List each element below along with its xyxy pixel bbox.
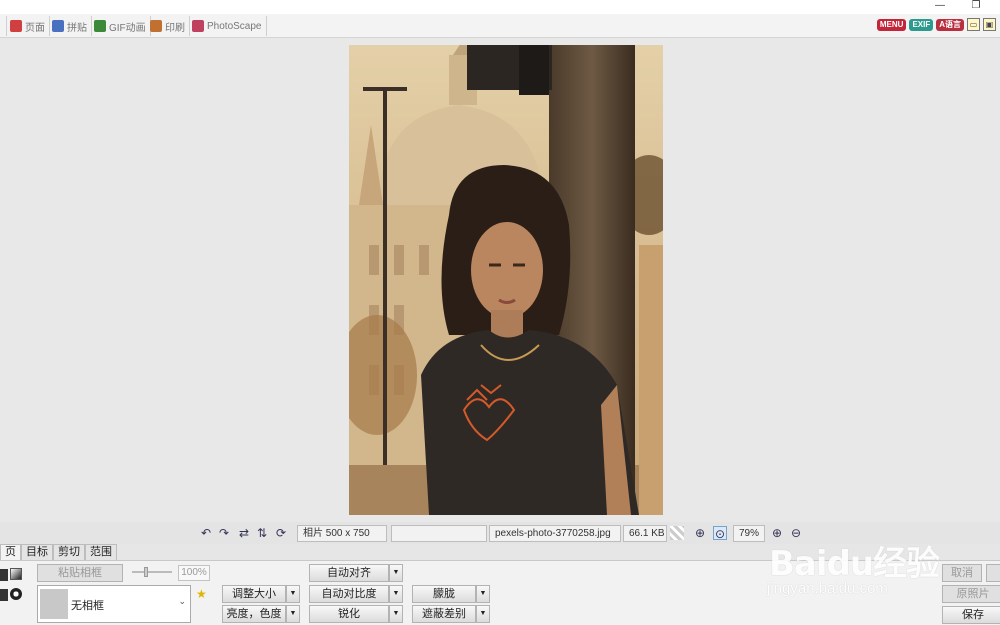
restore-button[interactable]: ❐ [966,0,986,14]
sharpen-dropdown[interactable]: ▼ [389,605,403,623]
vignette-dropdown[interactable]: ▼ [476,605,490,623]
zoom-in-icon[interactable]: ⊕ [770,526,784,540]
tab-print[interactable]: 印刷 [146,16,190,36]
tab-crop[interactable]: 剪切 [53,544,85,560]
edit-panel: 粘贴相框 100% 无相框 ⌄ ★ 调整大小 ▼ 亮度，色度 ▼ 自动对齐 ▼ … [0,560,1000,625]
filename-label: pexels-photo-3770258.jpg [489,525,621,542]
photo-illustration [349,45,663,515]
star-icon[interactable]: ★ [196,587,207,601]
tab-object[interactable]: 目标 [21,544,53,560]
top-right-buttons: MENU EXIF A语言 ▭ ▣ [876,18,996,31]
photo-preview[interactable] [349,45,663,515]
frame-thumbnail [40,589,68,619]
bloom-button[interactable]: 朦胧 [412,585,476,603]
auto-contrast-dropdown[interactable]: ▼ [389,585,403,603]
photoscape-icon [192,20,204,32]
tab-home[interactable]: 页 [0,544,21,560]
frame-select[interactable]: 无相框 ⌄ [37,585,191,623]
folder-icon[interactable]: ▭ [967,18,980,31]
zoom-level[interactable]: 79% [733,525,765,542]
cancel-button[interactable]: 取消 [942,564,982,582]
gif-icon [94,20,106,32]
tab-photoscape-label: PhotoScape [207,20,262,32]
flip-horizontal-icon[interactable]: ⇄ [237,526,251,540]
color-swatch-icon-2[interactable] [0,589,8,601]
sharpen-button[interactable]: 锐化 [309,605,389,623]
window-icon[interactable]: ▣ [983,18,996,31]
rotate-free-icon[interactable]: ⟳ [274,526,288,540]
minimize-button[interactable]: — [930,0,950,14]
tab-page-label: 页面 [25,22,45,34]
menu-button[interactable]: MENU [876,18,907,31]
transparency-icon[interactable] [670,526,684,540]
opacity-slider-knob[interactable] [144,567,148,577]
redo-button[interactable] [986,564,1000,582]
tab-print-label: 印刷 [165,22,185,34]
editor-canvas[interactable] [0,38,1000,522]
circle-mask-icon[interactable] [10,588,22,600]
rotate-left-icon[interactable]: ↶ [199,526,213,540]
chevron-down-icon: ⌄ [178,596,186,606]
status-bar: ↶ ↷ ⇄ ⇅ ⟳ 相片 500 x 750 pexels-photo-3770… [0,522,1000,544]
language-button[interactable]: A语言 [936,18,964,31]
flip-vertical-icon[interactable]: ⇅ [255,526,269,540]
print-icon [150,20,162,32]
frame-select-value: 无相框 [71,600,104,612]
zoom-actual-icon[interactable]: ⊙ [713,526,727,541]
gradient-icon[interactable] [10,568,22,580]
bloom-dropdown[interactable]: ▼ [476,585,490,603]
info-field [391,525,487,542]
auto-level-button[interactable]: 自动对齐 [309,564,389,582]
photo-size-label: 相片 500 x 750 [297,525,387,542]
page-icon [10,20,22,32]
brightness-button[interactable]: 亮度，色度 [222,605,286,623]
resize-dropdown[interactable]: ▼ [286,585,300,603]
tab-gif[interactable]: GIF动画 [90,16,151,36]
vignette-button[interactable]: 遮蔽差别 [412,605,476,623]
resize-button[interactable]: 调整大小 [222,585,286,603]
zoom-out-icon[interactable]: ⊖ [789,526,803,540]
opacity-field[interactable]: 100% [178,565,210,581]
original-photo-button[interactable]: 原照片 [942,585,1000,603]
title-bar: — ❐ [0,0,1000,14]
rotate-right-icon[interactable]: ↷ [217,526,231,540]
tab-gif-label: GIF动画 [109,22,146,34]
tab-photoscape[interactable]: PhotoScape [188,16,267,36]
tab-range[interactable]: 范围 [85,544,117,560]
zoom-fit-icon[interactable]: ⊕ [693,526,707,540]
tab-page[interactable]: 页面 [6,16,50,36]
brightness-dropdown[interactable]: ▼ [286,605,300,623]
filesize-label: 66.1 KB [623,525,667,542]
exif-button[interactable]: EXIF [909,18,934,31]
editor-subtabs: 页 目标 剪切 范围 [0,544,117,560]
auto-level-dropdown[interactable]: ▼ [389,564,403,582]
tab-combine-label: 拼贴 [67,22,87,34]
tab-combine[interactable]: 拼贴 [48,16,92,36]
paste-frame-button[interactable]: 粘贴相框 [37,564,123,582]
save-button[interactable]: 保存 [942,606,1000,624]
opacity-slider[interactable] [132,567,172,577]
color-swatch-icon[interactable] [0,569,8,581]
main-tab-bar: 页面 拼贴 GIF动画 印刷 PhotoScape MENU EXIF A语言 … [0,14,1000,38]
auto-contrast-button[interactable]: 自动对比度 [309,585,389,603]
combine-icon [52,20,64,32]
